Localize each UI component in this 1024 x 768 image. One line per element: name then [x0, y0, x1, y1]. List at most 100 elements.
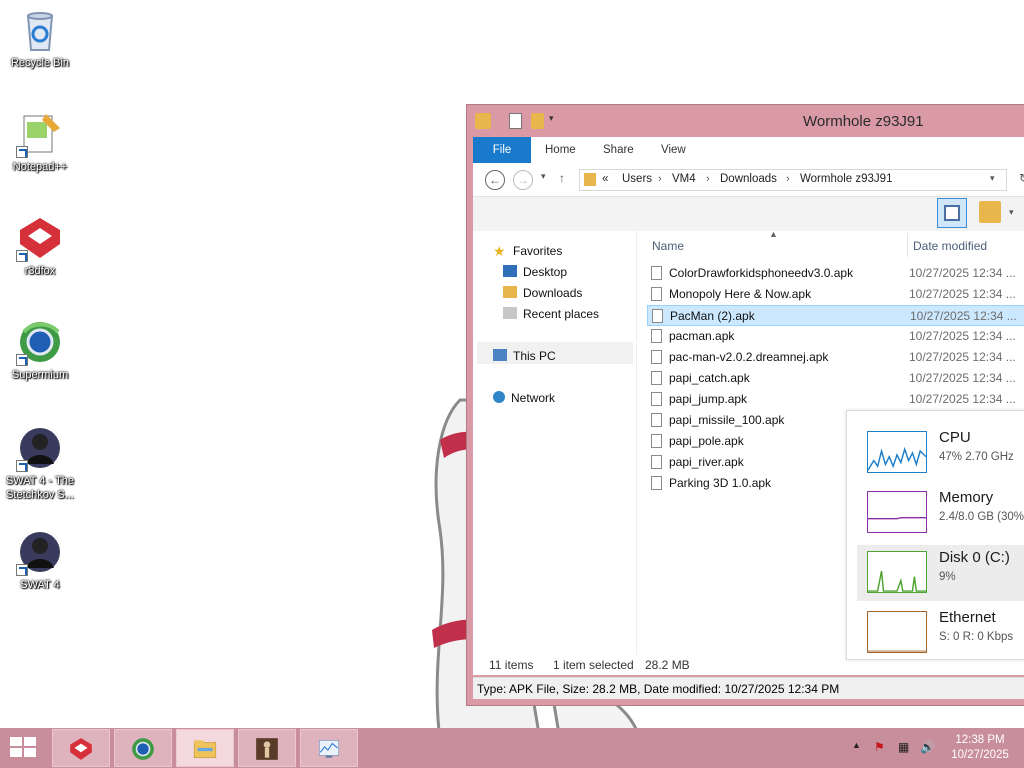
column-header-name[interactable]: Name — [652, 239, 684, 253]
file-explorer-icon — [193, 740, 217, 758]
refresh-icon[interactable]: ↻ — [1019, 171, 1024, 185]
r3dfox-icon — [70, 738, 92, 760]
nav-recent-places[interactable]: Recent places — [503, 307, 599, 321]
file-row[interactable]: Monopoly Here & Now.apk 10/27/2025 12:34 … — [647, 284, 1024, 305]
desktop-icon-notepadpp[interactable]: Notepad++ — [2, 110, 78, 174]
forward-button[interactable]: → — [513, 170, 533, 190]
file-row[interactable]: ColorDrawforkidsphoneedv3.0.apk 10/27/202… — [647, 263, 1024, 284]
file-row[interactable]: papi_catch.apk 10/27/2025 12:34 ... — [647, 368, 1024, 389]
nav-label: This PC — [513, 349, 556, 363]
nav-downloads[interactable]: Downloads — [503, 286, 582, 300]
file-row-selected[interactable]: PacMan (2).apk 10/27/2025 12:34 ... — [647, 305, 1024, 326]
show-hidden-icons-icon[interactable]: ▲ — [852, 740, 861, 750]
perf-title: Disk 0 (C:) — [939, 549, 1010, 566]
desktop-icon-label: Notepad++ — [12, 161, 68, 173]
start-button[interactable] — [10, 737, 38, 759]
breadcrumb-vm4[interactable]: VM4 — [672, 173, 696, 185]
tab-file[interactable]: File — [473, 137, 531, 163]
breadcrumb-downloads[interactable]: Downloads — [720, 173, 777, 185]
column-header-date-modified[interactable]: Date modified — [913, 239, 987, 253]
perf-subtitle: 47% 2.70 GHz — [939, 451, 1014, 463]
breadcrumb-overflow[interactable]: « — [602, 173, 608, 185]
properties-icon[interactable] — [509, 113, 522, 129]
desktop-icon-supermium[interactable]: Supermium — [2, 318, 78, 382]
taskbar-file-explorer[interactable] — [176, 729, 234, 767]
nav-network[interactable]: Network — [493, 391, 555, 405]
file-name: pac-man-v2.0.2.dreamnej.apk — [669, 350, 829, 364]
figure-app-icon — [256, 738, 278, 760]
selection-size: 28.2 MB — [645, 658, 690, 672]
disk-graph — [867, 551, 927, 593]
taskbar-app-figure[interactable] — [238, 729, 296, 767]
tab-home[interactable]: Home — [545, 137, 576, 163]
perf-item-memory[interactable]: Memory 2.4/8.0 GB (30%) — [859, 485, 1024, 541]
tab-view[interactable]: View — [661, 137, 686, 163]
breadcrumb-users[interactable]: Users — [622, 173, 652, 185]
status-bar: 11 items 1 item selected 28.2 MB — [473, 655, 843, 675]
desktop-icon-label: SWAT 4 — [20, 579, 60, 591]
file-name: Monopoly Here & Now.apk — [669, 287, 812, 301]
new-folder-icon[interactable] — [531, 113, 544, 129]
desktop-icon-label: Supermium — [11, 369, 69, 381]
swat4-icon — [16, 424, 64, 472]
file-name: ColorDrawforkidsphoneedv3.0.apk — [669, 266, 854, 280]
file-icon — [651, 350, 662, 364]
file-date: 10/27/2025 12:34 ... — [909, 371, 1016, 385]
desktop-icon-recycle-bin[interactable]: Recycle Bin — [2, 6, 78, 70]
star-icon: ★ — [493, 243, 506, 259]
column-divider[interactable] — [907, 233, 908, 257]
perf-subtitle: S: 0 R: 0 Kbps — [939, 631, 1014, 643]
tab-share[interactable]: Share — [603, 137, 634, 163]
nav-desktop[interactable]: Desktop — [503, 265, 567, 279]
taskbar-r3dfox[interactable] — [52, 729, 110, 767]
windows-logo-pane — [24, 748, 36, 757]
performance-panel[interactable]: CPU 47% 2.70 GHz Memory 2.4/8.0 GB (30%)… — [846, 410, 1024, 660]
title-bar[interactable]: ▾ Wormhole z93J91 — [467, 105, 1024, 137]
navigation-pane: ★ Favorites Desktop Downloads Recent plac… — [473, 231, 637, 675]
taskbar-performance-monitor[interactable] — [300, 729, 358, 767]
nav-favorites[interactable]: ★ Favorites — [493, 244, 562, 258]
network-tray-icon[interactable]: ▦ — [898, 740, 909, 754]
quick-access-dropdown-icon[interactable]: ▾ — [549, 113, 565, 129]
recent-locations-icon[interactable]: ▾ — [541, 171, 546, 182]
file-date: 10/27/2025 12:34 ... — [909, 266, 1016, 280]
file-row[interactable]: pacman.apk 10/27/2025 12:34 ... — [647, 326, 1024, 347]
file-name: papi_catch.apk — [669, 371, 750, 385]
file-icon — [651, 392, 662, 406]
preview-pane-button[interactable] — [937, 198, 967, 228]
file-row[interactable]: papi_jump.apk 10/27/2025 12:34 ... — [647, 389, 1024, 410]
file-date: 10/27/2025 12:34 ... — [909, 392, 1016, 406]
desktop-icon-swat4[interactable]: SWAT 4 — [2, 528, 78, 592]
nav-this-pc[interactable]: This PC — [493, 349, 556, 363]
view-dropdown-icon[interactable]: ▾ — [1009, 207, 1014, 218]
perf-item-cpu[interactable]: CPU 47% 2.70 GHz — [859, 425, 1024, 481]
file-icon — [651, 476, 662, 490]
file-name: PacMan (2).apk — [670, 309, 755, 323]
ribbon-tabs: File Home Share View — [473, 137, 1024, 163]
desktop-icon-swat4-stetchkov[interactable]: SWAT 4 - The Stetchkov S... — [2, 424, 78, 502]
back-button[interactable]: ← — [485, 170, 505, 190]
change-view-icon[interactable] — [979, 201, 1001, 223]
network-icon — [493, 391, 505, 403]
breadcrumb-separator[interactable]: › — [786, 173, 790, 185]
cpu-graph — [867, 431, 927, 473]
address-bar[interactable]: « Users › VM4 › Downloads › Wormhole z93… — [579, 169, 1007, 191]
taskbar-supermium[interactable] — [114, 729, 172, 767]
file-date: 10/27/2025 12:34 ... — [909, 329, 1016, 343]
up-button[interactable]: ↑ — [559, 171, 565, 185]
breadcrumb-separator[interactable]: › — [706, 173, 710, 185]
desktop-icon — [503, 265, 517, 277]
breadcrumb-current-folder[interactable]: Wormhole z93J91 — [800, 173, 892, 185]
nav-label: Recent places — [523, 307, 600, 321]
clock[interactable]: 12:38 PM 10/27/2025 — [944, 733, 1016, 763]
file-row[interactable]: pac-man-v2.0.2.dreamnej.apk 10/27/2025 12… — [647, 347, 1024, 368]
action-center-flag-icon[interactable]: ⚑ — [874, 740, 885, 754]
breadcrumb-separator[interactable]: › — [658, 173, 662, 185]
perf-item-ethernet[interactable]: Ethernet S: 0 R: 0 Kbps — [859, 605, 1024, 661]
swat4-icon — [16, 528, 64, 576]
address-dropdown-icon[interactable]: ▾ — [990, 173, 995, 184]
perf-title: Ethernet — [939, 609, 996, 626]
perf-item-disk[interactable]: Disk 0 (C:) 9% — [857, 545, 1024, 601]
volume-icon[interactable]: 🔊 — [920, 740, 935, 754]
desktop-icon-r3dfox[interactable]: r3dfox — [2, 214, 78, 278]
